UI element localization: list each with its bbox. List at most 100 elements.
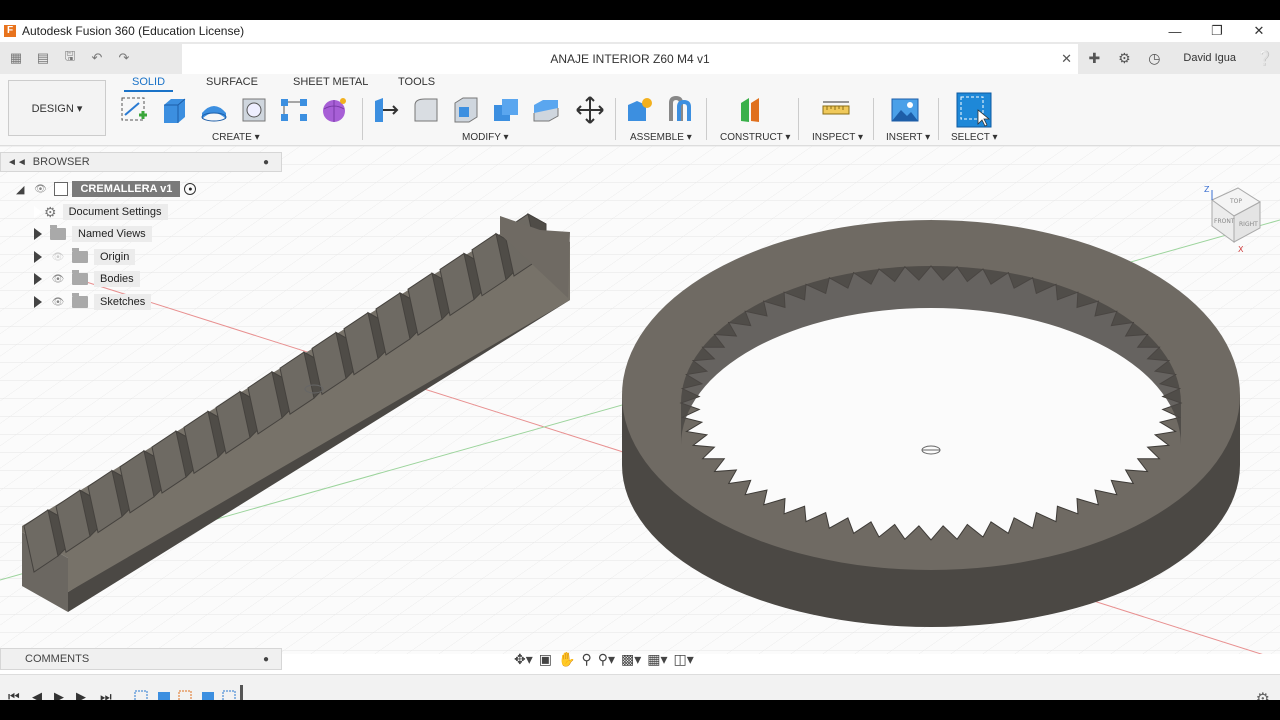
browser-item-origin[interactable]: 👁 Origin — [34, 247, 136, 267]
create-sketch-icon[interactable] — [118, 94, 150, 126]
expand-triangle-icon[interactable] — [34, 273, 42, 285]
fusion-logo-icon: F — [4, 25, 16, 37]
visibility-eye-icon[interactable]: 👁 — [32, 183, 48, 195]
collapse-panel-icon[interactable]: ◄◄ — [7, 157, 27, 168]
browser-header[interactable]: ◄◄ BROWSER ● — [0, 152, 282, 172]
zoom-icon[interactable]: ⚲ — [581, 651, 591, 668]
tab-sheet-metal[interactable]: SHEET METAL — [293, 76, 368, 88]
press-pull-icon[interactable] — [370, 94, 402, 126]
help-icon[interactable]: ❔ — [1250, 42, 1280, 74]
maximize-icon[interactable]: ❐ — [1196, 20, 1238, 42]
user-name[interactable]: David Igua — [1183, 52, 1236, 64]
timeline-sketch-feature-icon[interactable] — [134, 689, 150, 700]
fillet-icon[interactable] — [410, 94, 442, 126]
add-comment-icon[interactable]: ● — [263, 654, 269, 665]
revolve-icon[interactable] — [198, 94, 230, 126]
browser-options-icon[interactable]: ● — [263, 157, 269, 168]
offset-plane-icon[interactable] — [736, 94, 768, 126]
timeline-step-forward-icon[interactable]: ▶ — [76, 689, 86, 700]
offset-face-icon[interactable] — [530, 94, 562, 126]
expanded-triangle-icon[interactable]: ◢ — [16, 183, 24, 196]
new-component-icon[interactable] — [624, 94, 656, 126]
gear-icon: ⚙ — [44, 203, 57, 220]
pan-hand-icon[interactable]: ✋ — [558, 651, 575, 668]
joint-icon[interactable] — [664, 94, 696, 126]
save-icon[interactable]: 🖫 — [58, 46, 82, 70]
navigation-bar: ✥▾ ▣ ✋ ⚲ ⚲▾ ▩▾ ▦▾ ◫▾ — [514, 646, 764, 672]
browser-item-label: Origin — [94, 249, 136, 265]
folder-icon — [72, 248, 88, 263]
timeline-extrude-feature-icon[interactable] — [200, 689, 216, 700]
minimize-icon[interactable]: — — [1154, 20, 1196, 42]
tab-solid[interactable]: SOLID — [124, 76, 174, 92]
expand-triangle-icon[interactable] — [34, 251, 42, 263]
insert-image-icon[interactable] — [889, 94, 921, 126]
file-menu-icon[interactable]: ▤ — [31, 46, 55, 70]
browser-item-named-views[interactable]: Named Views — [34, 224, 152, 244]
tab-tools[interactable]: TOOLS — [398, 76, 435, 88]
expand-triangle-icon[interactable] — [34, 296, 42, 308]
document-tab[interactable]: ANAJE INTERIOR Z60 M4 v1 ✕ — [182, 44, 1078, 74]
browser-item-sketches[interactable]: 👁 Sketches — [34, 292, 152, 312]
display-settings-icon[interactable]: ▩▾ — [621, 651, 641, 668]
measure-icon[interactable] — [820, 94, 852, 126]
grid-settings-icon[interactable]: ▦▾ — [647, 651, 667, 668]
visibility-eye-icon[interactable]: 👁 — [50, 273, 66, 285]
insert-group-label[interactable]: INSERT ▾ — [886, 132, 930, 143]
extensions-icon[interactable]: ⚙ — [1109, 42, 1139, 74]
create-form-icon[interactable] — [318, 94, 350, 126]
internal-ring-gear[interactable] — [622, 220, 1240, 627]
bottom-letterbox — [0, 700, 1280, 720]
move-copy-icon[interactable] — [574, 94, 606, 126]
activate-radio-icon[interactable]: ● — [184, 183, 197, 195]
fusion-window: F Autodesk Fusion 360 (Education License… — [0, 20, 1280, 700]
timeline-sketch-feature-icon[interactable] — [178, 689, 194, 700]
create-group-label[interactable]: CREATE ▾ — [212, 132, 260, 143]
browser-item-bodies[interactable]: 👁 Bodies — [34, 269, 140, 289]
close-icon[interactable]: ✕ — [1238, 20, 1280, 42]
timeline-play-icon[interactable]: ▶ — [54, 689, 64, 700]
assemble-group-label[interactable]: ASSEMBLE ▾ — [630, 132, 692, 143]
close-tab-icon[interactable]: ✕ — [1061, 51, 1072, 67]
browser-root-item[interactable]: ◢ 👁 CREMALLERA v1 ● — [16, 179, 197, 199]
construct-group-label[interactable]: CONSTRUCT ▾ — [720, 132, 790, 143]
timeline-marker[interactable] — [240, 685, 243, 700]
look-at-icon[interactable]: ▣ — [539, 651, 552, 668]
timeline-settings-gear-icon[interactable]: ⚙ — [1256, 689, 1270, 700]
new-tab-plus-icon[interactable]: ✚ — [1079, 42, 1109, 74]
visibility-eye-icon[interactable]: 👁 — [50, 296, 66, 308]
undo-icon[interactable]: ↶ — [85, 46, 109, 70]
extrude-icon[interactable] — [158, 94, 190, 126]
hidden-eye-icon[interactable]: 👁 — [50, 251, 66, 263]
job-status-clock-icon[interactable]: ◷ — [1139, 42, 1169, 74]
timeline-end-icon[interactable]: ⏭ — [100, 689, 112, 700]
orbit-icon[interactable]: ✥▾ — [514, 651, 533, 668]
viewports-icon[interactable]: ◫▾ — [674, 651, 694, 668]
window-title: Autodesk Fusion 360 (Education License) — [22, 24, 245, 38]
timeline-extrude-feature-icon[interactable] — [156, 689, 172, 700]
shell-icon[interactable] — [450, 94, 482, 126]
zoom-window-icon[interactable]: ⚲▾ — [598, 651, 615, 668]
modify-group-label[interactable]: MODIFY ▾ — [462, 132, 509, 143]
timeline-bar: ⏮ ◀ ▶ ▶ ⏭ ⚙ — [0, 674, 1280, 700]
select-icon[interactable] — [956, 92, 992, 128]
data-panel-grid-icon[interactable]: ▦ — [4, 46, 28, 70]
ribbon-separator — [615, 98, 616, 140]
comments-panel[interactable]: COMMENTS ● — [0, 648, 282, 670]
hole-icon[interactable] — [238, 94, 270, 126]
pattern-icon[interactable] — [278, 94, 310, 126]
combine-icon[interactable] — [490, 94, 522, 126]
toolbar-ribbon: DESIGN ▾ SOLID SURFACE SHEET METAL TOOLS… — [0, 74, 1280, 146]
expand-triangle-icon[interactable] — [34, 206, 42, 218]
redo-icon[interactable]: ↷ — [112, 46, 136, 70]
tab-surface[interactable]: SURFACE — [206, 76, 258, 88]
inspect-group-label[interactable]: INSPECT ▾ — [812, 132, 863, 143]
root-component-label[interactable]: CREMALLERA v1 — [72, 181, 181, 197]
browser-item-document-settings[interactable]: ⚙ Document Settings — [34, 202, 168, 222]
timeline-step-back-icon[interactable]: ◀ — [32, 689, 42, 700]
select-group-label[interactable]: SELECT ▾ — [951, 132, 998, 143]
timeline-start-icon[interactable]: ⏮ — [8, 689, 20, 700]
expand-triangle-icon[interactable] — [34, 228, 42, 240]
timeline-sketch-feature-icon[interactable] — [222, 689, 238, 700]
workspace-selector-button[interactable]: DESIGN ▾ — [8, 80, 106, 136]
